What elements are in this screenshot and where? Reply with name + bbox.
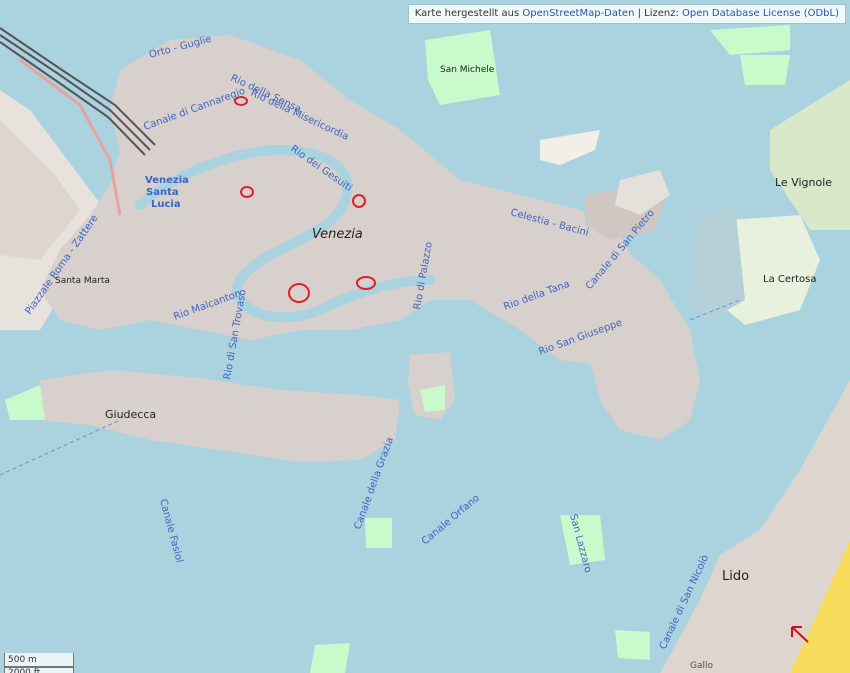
label-lido: Lido (722, 569, 749, 584)
scale-imperial: 2000 ft (4, 667, 74, 673)
label-santa-marta: Santa Marta (55, 276, 110, 286)
attribution: Karte hergestellt aus OpenStreetMap-Date… (407, 4, 846, 24)
scale-bar: 500 m 2000 ft (4, 653, 74, 673)
label-station-2: Santa (146, 187, 179, 198)
certosa-marsh (690, 205, 745, 320)
attribution-prefix: Karte hergestellt aus (414, 8, 523, 19)
islet-south (615, 630, 650, 660)
label-le-vignole: Le Vignole (775, 176, 832, 189)
label-venezia: Venezia (312, 227, 363, 242)
label-station-1: Venezia (145, 175, 189, 186)
osm-link[interactable]: OpenStreetMap-Daten (522, 8, 634, 19)
attribution-separator: | Lizenz: (634, 8, 683, 19)
label-la-certosa: La Certosa (763, 274, 817, 285)
label-station-3: Lucia (151, 199, 181, 210)
scale-metric: 500 m (4, 653, 74, 667)
label-san-michele: San Michele (440, 65, 495, 75)
license-link[interactable]: Open Database License (ODbL) (682, 8, 839, 19)
murano-island-2 (740, 55, 790, 85)
map-canvas[interactable]: Orto - Guglie Rio della Sensa Rio della … (0, 0, 850, 673)
label-giudecca: Giudecca (105, 408, 156, 421)
poveglia-island (365, 518, 392, 548)
label-gallo: Gallo (690, 661, 713, 671)
islet-south-2 (310, 643, 350, 673)
